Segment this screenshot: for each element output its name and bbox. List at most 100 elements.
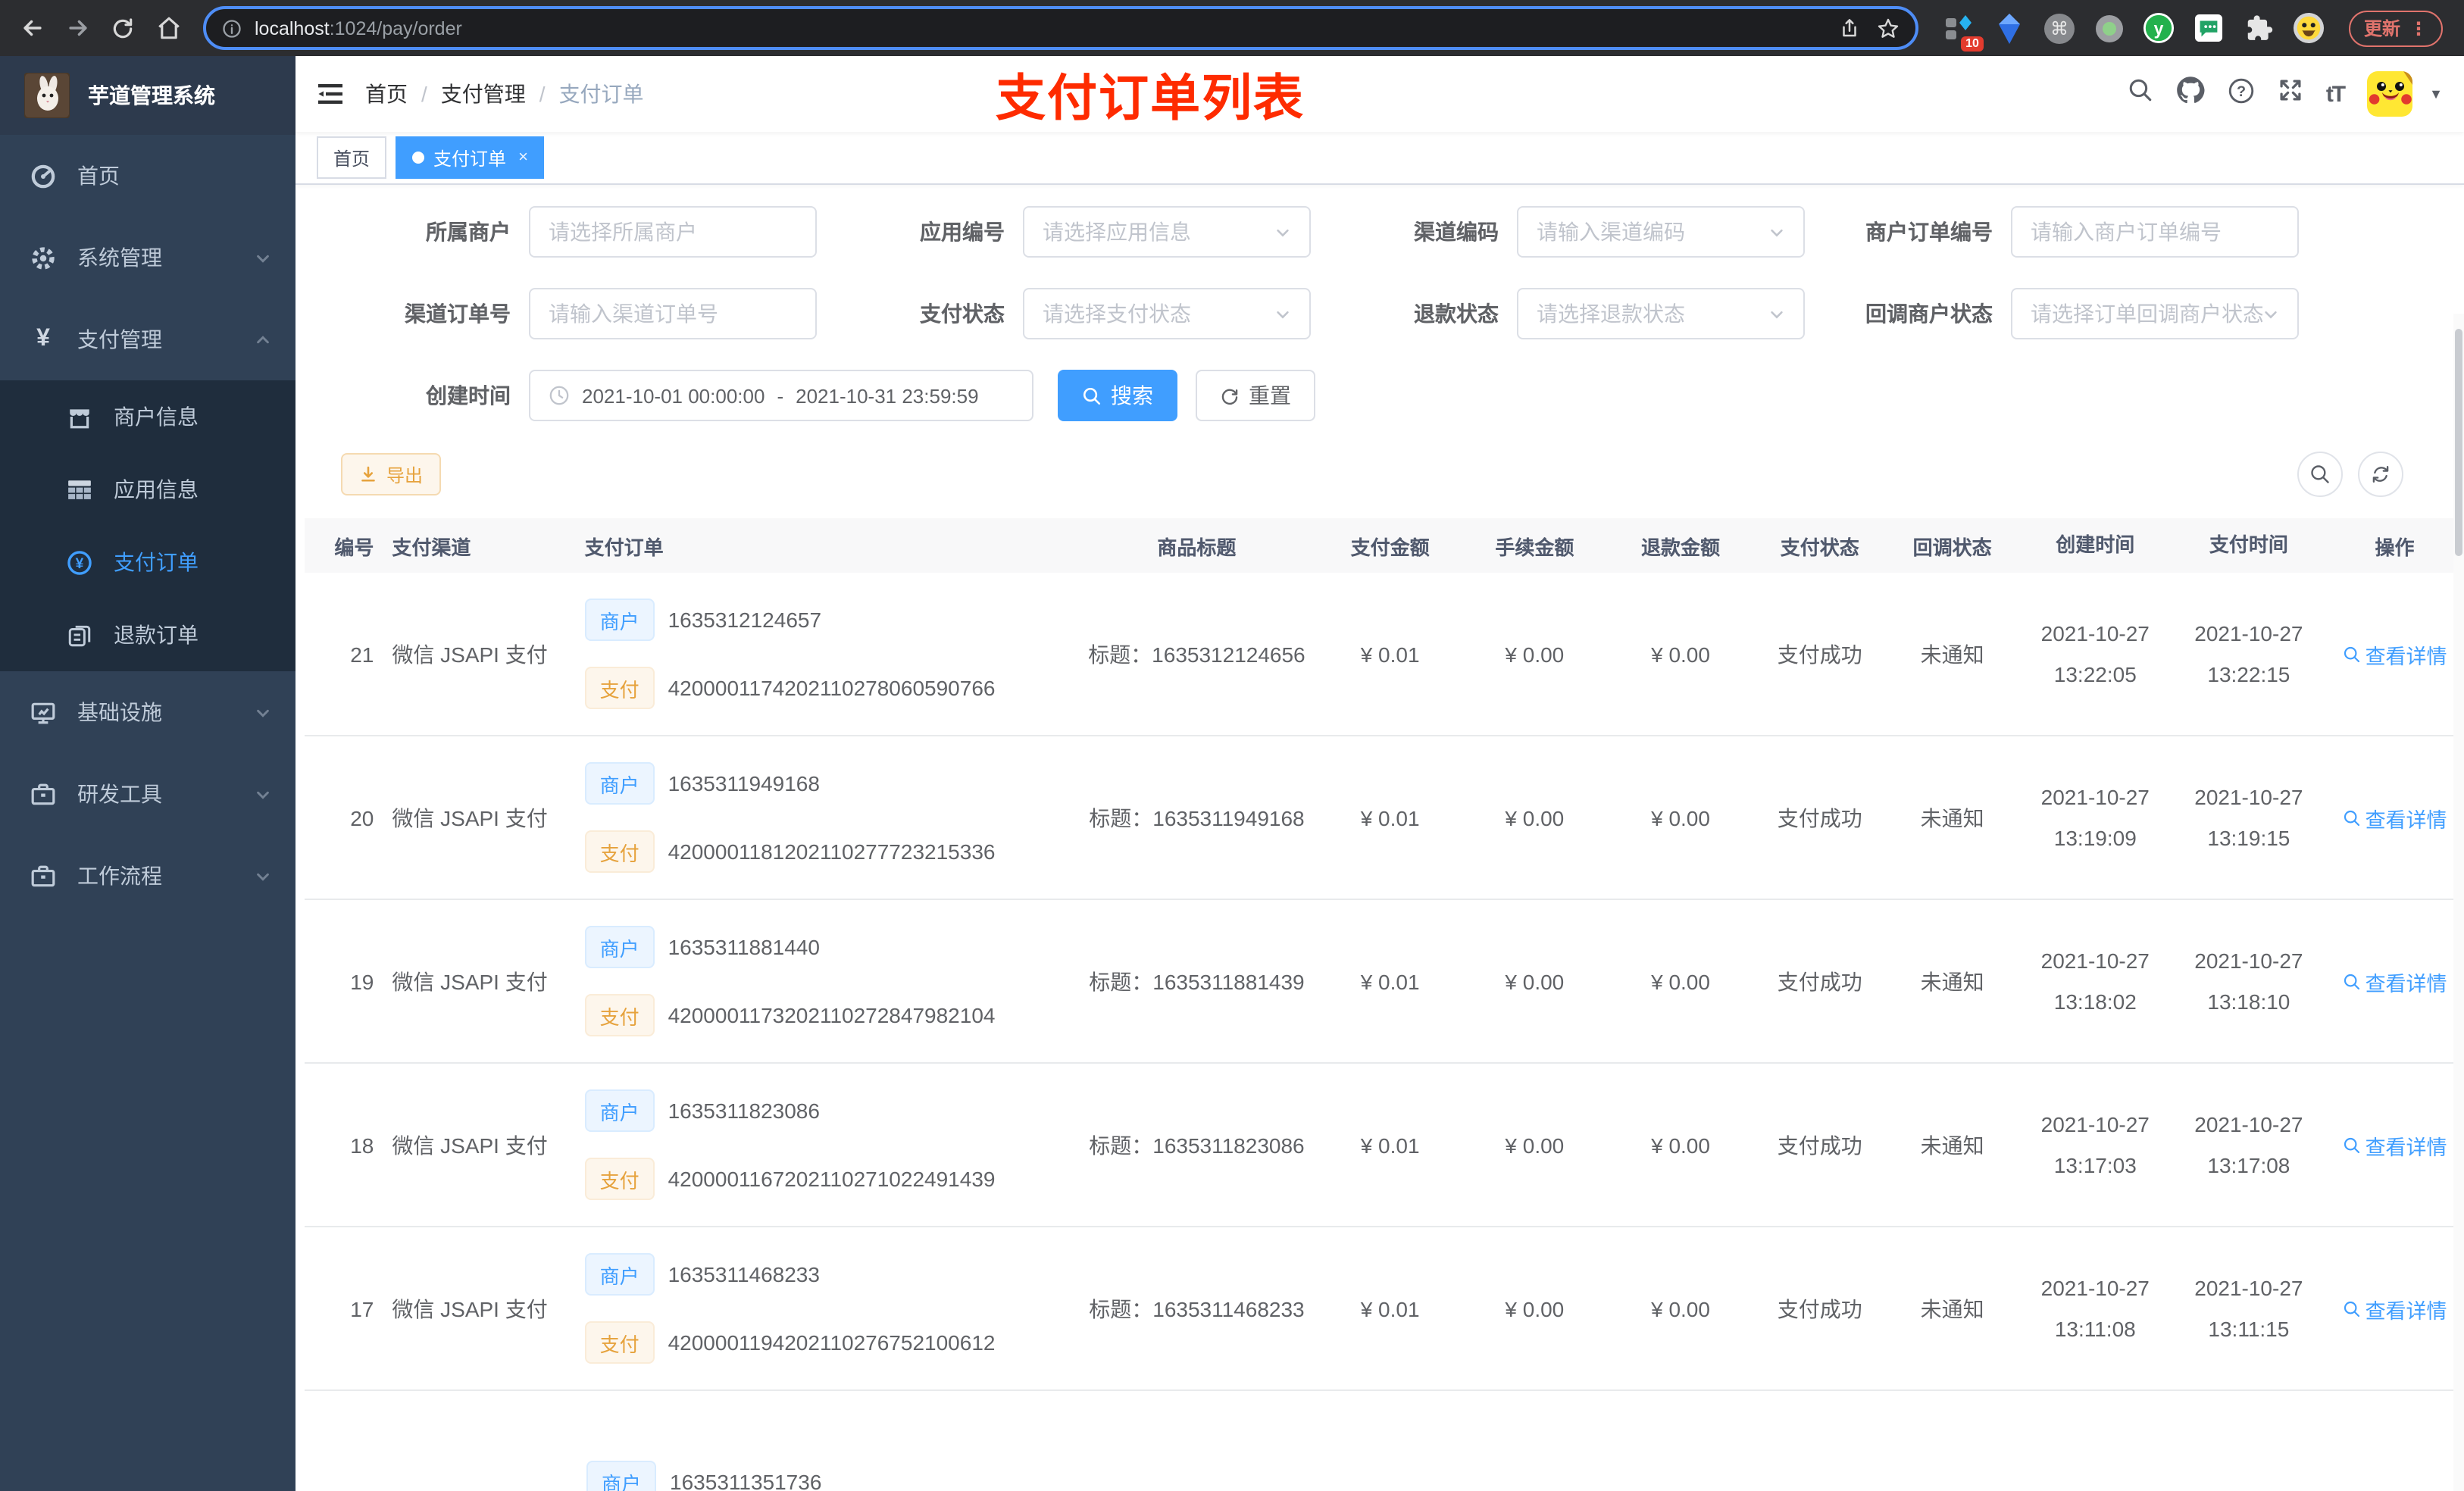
avatar-caret-icon[interactable]: ▼	[2429, 86, 2443, 102]
reload-button[interactable]	[103, 8, 142, 48]
sidebar-item-system[interactable]: 系统管理	[0, 217, 295, 299]
font-size-button[interactable]: tT	[2326, 81, 2346, 107]
merchant-order-no-input[interactable]	[2011, 206, 2299, 258]
pay-tag: 支付	[584, 667, 655, 709]
breadcrumb-pay-mgmt[interactable]: 支付管理	[441, 79, 526, 109]
pay-status-select[interactable]: 请选择支付状态	[1023, 288, 1311, 339]
channel-order-no-field[interactable]	[549, 302, 797, 326]
view-detail-link[interactable]: 查看详情	[2343, 1293, 2447, 1324]
select-placeholder: 请选择订单回调商户状态	[2031, 302, 2262, 326]
extension-chat-button[interactable]	[2193, 11, 2226, 45]
user-avatar[interactable]	[2367, 71, 2413, 117]
profile-avatar-button[interactable]	[2293, 11, 2326, 45]
bookmark-button[interactable]	[1876, 16, 1900, 40]
dot-extension-icon	[2095, 14, 2123, 42]
refund-status-select[interactable]: 请选择退款状态	[1517, 288, 1805, 339]
browser-menu-dots-icon[interactable]: ⋮	[2409, 17, 2428, 39]
col-pay-time: 支付时间	[2209, 533, 2288, 556]
cell-actions: 查看详情	[2325, 639, 2464, 669]
col-refund: 退款金额	[1641, 536, 1721, 558]
breadcrumb-home[interactable]: 首页	[365, 79, 408, 109]
header-search-button[interactable]	[2128, 77, 2153, 111]
channel-code-select[interactable]: 请输入渠道编码	[1517, 206, 1805, 258]
view-detail-link[interactable]: 查看详情	[2343, 802, 2447, 833]
tab-pay-order[interactable]: 支付订单 ×	[396, 136, 545, 179]
merchant-input-field[interactable]	[549, 220, 797, 244]
site-info-icon[interactable]	[221, 17, 242, 39]
sidebar-item-dev-tools[interactable]: 研发工具	[0, 753, 295, 835]
extensions-menu-button[interactable]	[2243, 11, 2276, 45]
extension-tasks-button[interactable]: 10	[1943, 11, 1984, 51]
sidebar-item-infra[interactable]: 基础设施	[0, 671, 295, 753]
back-button[interactable]	[12, 8, 52, 48]
extension-y-button[interactable]: y	[2143, 11, 2176, 45]
fullscreen-button[interactable]	[2278, 77, 2303, 111]
sidebar-item-pay-order[interactable]: ¥ 支付订单	[0, 526, 295, 599]
pay-tag: 支付	[584, 1158, 655, 1200]
cell-title: 标题：1635311823086	[1089, 1133, 1305, 1157]
merchant-order-no-field[interactable]	[2031, 220, 2279, 244]
sidebar-item-workflow[interactable]: 工作流程	[0, 835, 295, 917]
active-tab-dot-icon	[412, 152, 425, 164]
browser-update-button[interactable]: 更新 ⋮	[2348, 10, 2443, 46]
address-bar[interactable]: localhost:1024/pay/order	[203, 6, 1918, 50]
channel-order-no-input[interactable]	[529, 288, 817, 339]
scrollbar-thumb[interactable]	[2455, 329, 2462, 556]
cell-actions: 查看详情	[2325, 802, 2464, 833]
refresh-table-button[interactable]	[2358, 452, 2403, 497]
export-button[interactable]: 导出	[341, 453, 442, 495]
sidebar-item-refund-order[interactable]: 退款订单	[0, 599, 295, 671]
grid-icon	[67, 477, 92, 502]
sidebar-item-app-info[interactable]: 应用信息	[0, 453, 295, 526]
content-scrollbar[interactable]	[2453, 314, 2464, 1491]
sidebar-logo[interactable]: 芋道管理系统	[0, 56, 295, 135]
view-detail-link[interactable]: 查看详情	[2343, 639, 2447, 669]
magnifier-icon	[2344, 973, 2359, 989]
forward-button[interactable]	[58, 8, 97, 48]
sidebar-item-label: 商户信息	[114, 405, 199, 429]
close-tab-icon[interactable]: ×	[518, 148, 528, 167]
view-detail-link[interactable]: 查看详情	[2343, 966, 2447, 996]
tab-home[interactable]: 首页	[317, 136, 387, 179]
notify-status-select[interactable]: 请选择订单回调商户状态	[2011, 288, 2299, 339]
refresh-icon	[2372, 466, 2389, 483]
payment-submenu: 商户信息 应用信息 ¥ 支付订单 退款订单	[0, 380, 295, 671]
extension-recorder-button[interactable]	[2093, 11, 2126, 45]
sidebar-item-label: 研发工具	[77, 782, 162, 806]
search-button[interactable]: 搜索	[1058, 370, 1177, 421]
sidebar-item-payment[interactable]: ¥ 支付管理	[0, 299, 295, 380]
sidebar-item-label: 退款订单	[114, 623, 199, 647]
cell-actions: 查看详情	[2325, 966, 2464, 996]
cell-create-time: 2021-10-27 13:11:08	[2040, 1275, 2150, 1340]
home-button[interactable]	[149, 8, 188, 48]
sidebar-collapse-button[interactable]	[317, 80, 344, 108]
extension-gem-button[interactable]	[1993, 11, 2026, 45]
cell-fee: ¥ 0.00	[1505, 1133, 1565, 1157]
toggle-search-button[interactable]	[2297, 452, 2343, 497]
cell-channel: 微信 JSAPI 支付	[392, 805, 548, 830]
create-time-range-input[interactable]: 2021-10-01 00:00:00 - 2021-10-31 23:59:5…	[529, 370, 1033, 421]
browser-window: localhost:1024/pay/order 10 ⌘ y 更新 ⋮ 芋道管…	[0, 0, 2464, 1491]
filter-app-id: 应用编号 请选择应用信息	[835, 206, 1329, 258]
sidebar-item-merchant-info[interactable]: 商户信息	[0, 380, 295, 453]
search-icon	[2311, 465, 2329, 483]
app-id-select[interactable]: 请选择应用信息	[1023, 206, 1311, 258]
select-placeholder: 请选择支付状态	[1043, 302, 1191, 326]
github-link[interactable]	[2176, 76, 2205, 112]
extension-command-button[interactable]: ⌘	[2043, 11, 2076, 45]
merchant-input[interactable]	[529, 206, 817, 258]
share-button[interactable]	[1838, 17, 1861, 39]
pay-tag: 支付	[584, 1321, 655, 1364]
sidebar-item-home[interactable]: 首页	[0, 135, 295, 217]
magnifier-icon	[2344, 1300, 2359, 1317]
filter-merchant-order-no: 商户订单编号	[1823, 206, 2317, 258]
docs-help-button[interactable]: ?	[2228, 77, 2255, 111]
sidebar-item-label: 首页	[77, 164, 120, 188]
cell-create-time: 2021-10-27 13:18:02	[2040, 948, 2150, 1013]
github-icon	[2177, 77, 2205, 104]
view-detail-link[interactable]: 查看详情	[2343, 1130, 2447, 1160]
magnifier-icon	[2344, 809, 2359, 826]
reset-button[interactable]: 重置	[1196, 370, 1315, 421]
date-end: 2021-10-31 23:59:59	[796, 384, 979, 407]
cell-order-numbers: 商户 1635311823086 支付 4200001167202110271022…	[576, 1089, 1075, 1200]
